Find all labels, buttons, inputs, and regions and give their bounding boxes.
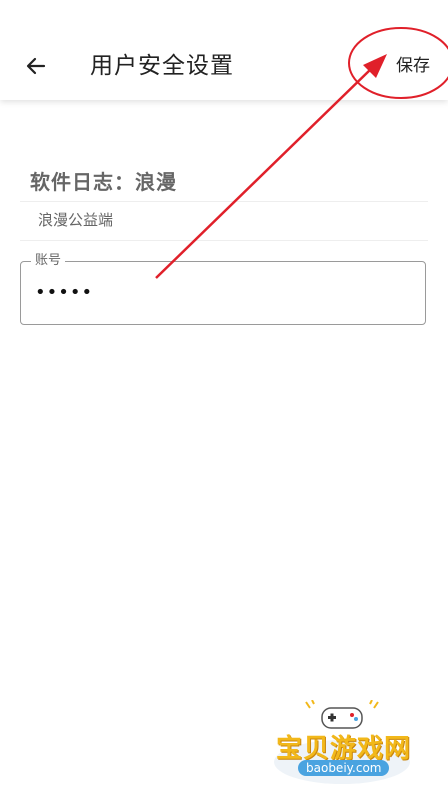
account-input[interactable]: •••••	[35, 282, 405, 303]
save-button[interactable]: 保存	[396, 50, 430, 82]
account-field-label: 账号	[31, 253, 66, 269]
section-subtitle: 浪漫公益端	[38, 211, 114, 229]
section-title: 软件日志：浪漫	[30, 170, 177, 194]
account-field[interactable]: 账号 •••••	[20, 253, 426, 325]
page-title: 用户安全设置	[90, 53, 234, 79]
app-header: 用户安全设置 保存	[0, 0, 448, 100]
divider	[20, 201, 428, 202]
back-button[interactable]	[18, 48, 54, 84]
divider	[20, 240, 428, 241]
watermark-url: baobeiy.com	[298, 760, 390, 776]
annotation-overlay	[155, 27, 448, 279]
arrow-left-icon	[26, 57, 46, 75]
app-screen: 用户安全设置 保存 软件日志：浪漫 浪漫公益端 账号 ••••• 宝贝游戏网 b…	[0, 0, 448, 796]
watermark: 宝贝游戏网 baobeiy.com	[270, 700, 420, 790]
